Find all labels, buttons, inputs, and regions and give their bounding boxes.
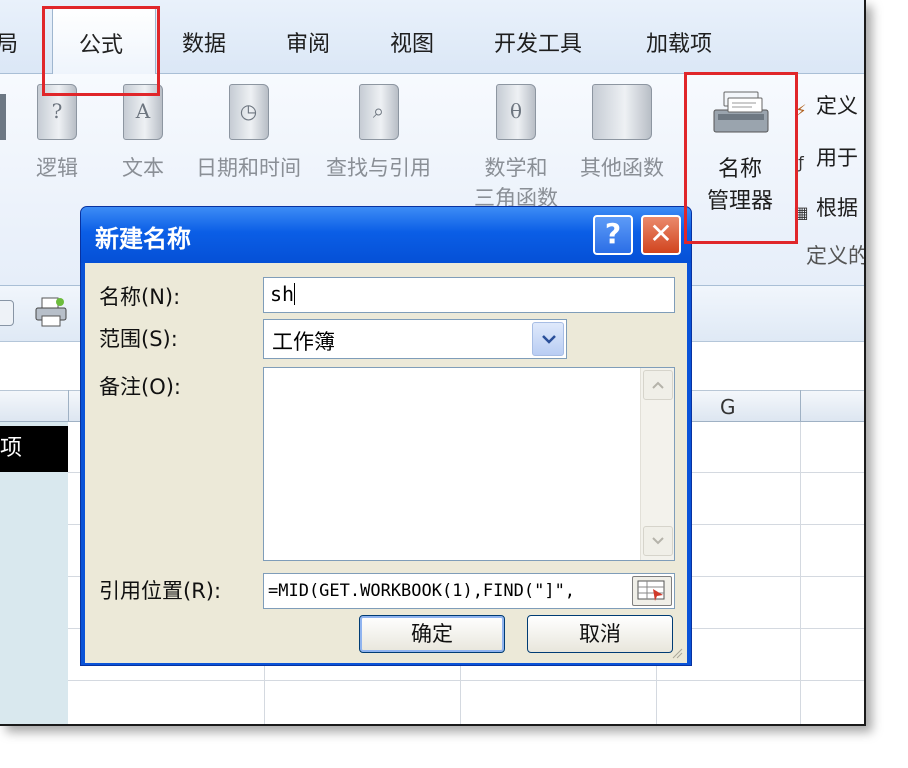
refers-to-label: 引用位置(R): (99, 579, 222, 603)
scroll-down-button[interactable] (643, 526, 673, 556)
more-functions-label: 其他函数 (580, 156, 664, 180)
date-time-label: 日期和时间 (196, 156, 301, 180)
comment-label: 备注(O): (99, 375, 181, 399)
scope-value: 工作簿 (272, 330, 335, 354)
name-input[interactable]: sh (263, 277, 675, 313)
selected-cell[interactable]: 项 (0, 426, 68, 472)
printer-icon[interactable] (34, 296, 68, 328)
books-icon (592, 84, 652, 140)
math-label: 数学和 (484, 156, 548, 180)
new-name-dialog: 新建名称 ? ✕ 名称(N): sh 范围(S): 工作簿 备注(O): 引用位… (80, 206, 692, 666)
tab-data[interactable]: 数据 (182, 26, 226, 58)
chevron-up-icon (652, 381, 664, 389)
comment-scrollbar[interactable] (640, 368, 674, 560)
text-caret (294, 283, 296, 305)
dialog-body: 名称(N): sh 范围(S): 工作簿 备注(O): 引用位置(R): =MI… (85, 263, 687, 663)
define-name-button[interactable]: ⚡ 定义 (790, 90, 858, 121)
dialog-title: 新建名称 (95, 225, 191, 253)
close-button[interactable]: ✕ (641, 215, 681, 255)
create-from-selection-button[interactable]: ▦ 根据 (790, 192, 858, 223)
cancel-button[interactable]: 取消 (527, 615, 673, 653)
ok-button[interactable]: 确定 (359, 615, 505, 653)
theta-book-icon: θ (496, 84, 536, 140)
math-trig-button[interactable]: θ 数学和 三角函数 (474, 84, 558, 212)
highlight-formulas-tab (42, 6, 160, 96)
tab-review[interactable]: 审阅 (286, 26, 330, 58)
resize-grip-icon[interactable] (669, 645, 683, 659)
use-in-formula-button[interactable]: ƒ 用于 (790, 142, 858, 173)
tab-view[interactable]: 视图 (390, 26, 434, 58)
dialog-titlebar[interactable]: 新建名称 ? ✕ (81, 207, 691, 263)
lookup-reference-button[interactable]: ⌕ 查找与引用 (326, 84, 431, 182)
logical-label: 逻辑 (36, 156, 78, 180)
refers-to-input[interactable]: =MID(GET.WORKBOOK(1),FIND("]", (263, 573, 675, 609)
calendar-book-icon: ◷ (228, 84, 269, 140)
defined-names-group-label: 定义的 (806, 244, 866, 268)
screenshot-frame: 局 公式 数据 审阅 视图 开发工具 加载项 ? 逻辑 A 文本 ◷ 日期和时间… (0, 0, 866, 726)
scope-dropdown-button[interactable] (532, 322, 564, 356)
scroll-up-button[interactable] (643, 370, 673, 400)
name-label: 名称(N): (99, 285, 181, 309)
chevron-down-icon (542, 335, 556, 344)
truncated-button-edge (0, 94, 6, 140)
comment-textarea[interactable] (263, 367, 675, 561)
scope-label: 范围(S): (99, 327, 178, 351)
magnifier-book-icon: ⌕ (358, 84, 399, 140)
text-label: 文本 (122, 156, 164, 180)
scope-select[interactable]: 工作簿 (263, 319, 567, 359)
tab-developer[interactable]: 开发工具 (494, 26, 582, 58)
refresh-icon[interactable] (0, 300, 14, 326)
collapse-dialog-button[interactable] (632, 576, 672, 606)
lookup-label: 查找与引用 (326, 156, 431, 180)
logical-functions-button[interactable]: ? 逻辑 (36, 84, 78, 182)
refers-to-value: =MID(GET.WORKBOOK(1),FIND("]", (268, 581, 576, 601)
tab-add-ins[interactable]: 加载项 (646, 26, 712, 58)
more-functions-button[interactable]: 其他函数 (580, 84, 664, 182)
date-time-functions-button[interactable]: ◷ 日期和时间 (196, 84, 301, 182)
help-button[interactable]: ? (593, 215, 633, 255)
name-input-value: sh (270, 282, 295, 306)
column-header-g[interactable]: G (720, 395, 736, 419)
highlight-name-manager (684, 72, 798, 244)
chevron-down-icon (652, 537, 664, 545)
text-functions-button[interactable]: A 文本 (122, 84, 164, 182)
range-select-icon (637, 580, 665, 601)
tab-page-layout[interactable]: 局 (0, 26, 18, 58)
